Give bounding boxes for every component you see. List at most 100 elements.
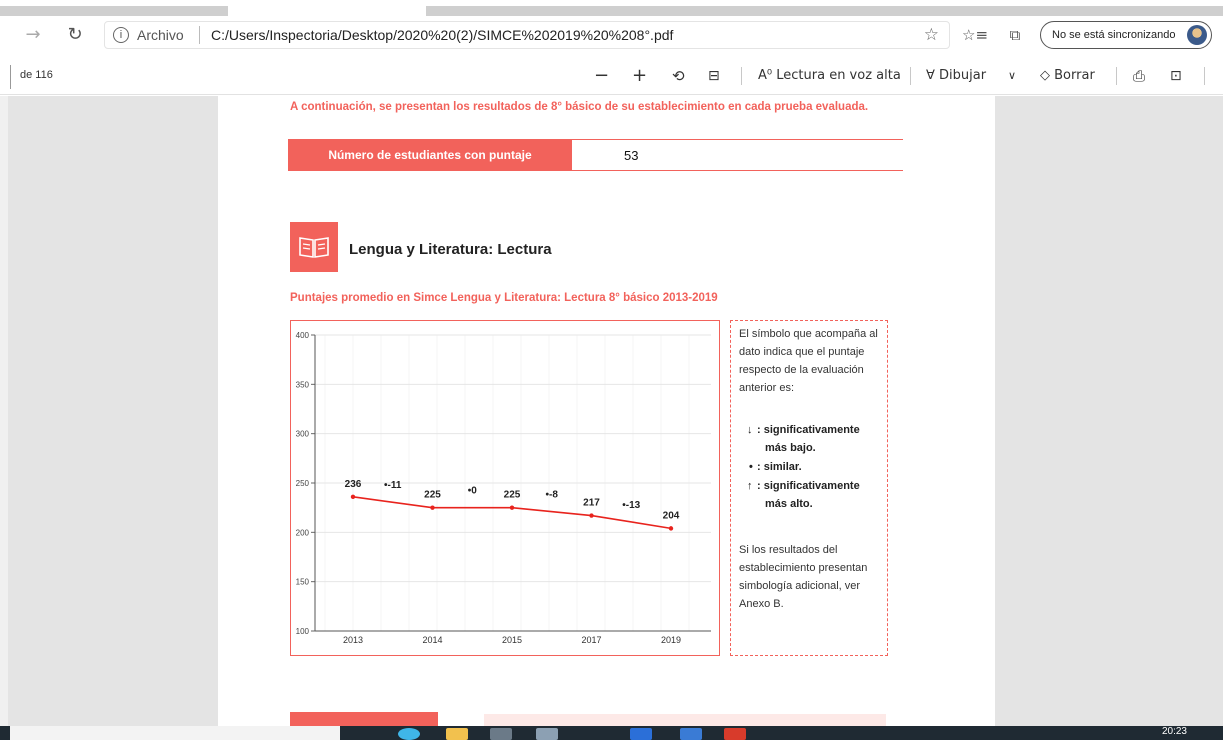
divider <box>741 67 742 85</box>
erase-label: Borrar <box>1054 68 1095 83</box>
viewer-left-strip <box>0 96 8 726</box>
pdf-page: A continuación, se presentan los resulta… <box>218 96 995 726</box>
tab-strip-right <box>426 6 1223 16</box>
change-label: •-8 <box>546 490 559 501</box>
erase-button[interactable]: ◇ Borrar <box>1040 65 1095 87</box>
apps-icon[interactable] <box>536 728 558 740</box>
data-point <box>509 505 515 510</box>
x-tick-label: 2019 <box>661 635 681 645</box>
read-aloud-button[interactable]: A⁰ Lectura en voz alta <box>758 65 901 87</box>
line-chart: 100 150 200 250 300 350 400 2013 2014 2015 2017 201… <box>290 320 720 656</box>
fit-page-icon[interactable]: ⊟ <box>708 65 720 87</box>
refresh-icon[interactable]: ↻ <box>64 24 86 46</box>
draw-label: Dibujar <box>939 68 987 83</box>
chevron-down-icon[interactable]: ∨ <box>1008 65 1016 87</box>
up-arrow-icon: ↑ <box>747 480 753 492</box>
similar-dot-icon: • <box>749 461 753 473</box>
pdf-toolbar: de 116 − + ⟲ ⊟ A⁰ Lectura en voz alta ∀ … <box>0 57 1223 95</box>
taskbar-search[interactable] <box>10 726 340 740</box>
favorite-star-icon[interactable]: ☆ <box>924 25 939 45</box>
rotate-icon[interactable]: ⟲ <box>672 65 685 87</box>
read-aloud-icon: A⁰ <box>758 68 773 83</box>
y-tick-label: 350 <box>296 380 310 389</box>
zoom-in-icon[interactable]: + <box>632 65 647 87</box>
favorites-list-icon[interactable]: ☆≡ <box>962 24 988 46</box>
data-label: 204 <box>663 510 680 521</box>
next-section-header <box>290 712 438 726</box>
data-label: 225 <box>424 490 441 501</box>
zoom-out-icon[interactable]: − <box>594 65 609 87</box>
divider <box>1116 67 1117 85</box>
legend-down-text-1: : significativamente <box>757 424 860 436</box>
url-text[interactable]: C:/Users/Inspectoria/Desktop/2020%20(2)/… <box>211 27 673 43</box>
edge-icon[interactable] <box>398 728 420 740</box>
tab-strip <box>0 0 1223 16</box>
next-section-panel <box>484 714 886 726</box>
y-tick-label: 400 <box>296 331 310 340</box>
avatar <box>1187 25 1207 45</box>
mail-icon[interactable] <box>680 728 702 740</box>
eraser-icon: ◇ <box>1040 68 1050 83</box>
x-tick-label: 2014 <box>422 635 442 645</box>
y-tick-label: 150 <box>296 578 310 587</box>
divider <box>1204 67 1205 85</box>
draw-button[interactable]: ∀ Dibujar <box>926 65 986 87</box>
chart-subtitle: Puntajes promedio en Simce Lengua y Lite… <box>290 292 718 304</box>
down-arrow-icon: ↓ <box>747 424 753 436</box>
legend-up-text-2: más alto. <box>765 498 813 510</box>
folder-icon[interactable] <box>446 728 468 740</box>
address-bar-row: → ↻ i Archivo C:/Users/Inspectoria/Deskt… <box>0 16 1223 54</box>
section-title: Lengua y Literatura: Lectura <box>349 241 552 258</box>
student-count-row: Número de estudiantes con puntaje 53 <box>288 139 903 171</box>
intro-text: A continuación, se presentan los resulta… <box>290 101 869 113</box>
page-count: de 116 <box>20 69 53 81</box>
student-count-label: Número de estudiantes con puntaje <box>288 140 572 170</box>
address-field[interactable]: i Archivo C:/Users/Inspectoria/Desktop/2… <box>104 21 950 49</box>
change-label: •-11 <box>384 480 402 491</box>
collections-icon[interactable]: ⧉ <box>1004 24 1026 46</box>
divider <box>910 67 911 85</box>
y-tick-label: 300 <box>296 430 310 439</box>
legend-up-text-1: : significativamente <box>757 480 860 492</box>
change-label: •0 <box>468 486 478 497</box>
chart-canvas: 100 150 200 250 300 350 400 2013 2014 2015 2017 201… <box>296 331 711 645</box>
data-point <box>668 526 674 531</box>
powerpoint-icon[interactable] <box>724 728 746 740</box>
data-label: 217 <box>583 498 600 509</box>
x-tick-label: 2017 <box>581 635 601 645</box>
student-count-value: 53 <box>624 148 639 163</box>
x-tick-label: 2015 <box>502 635 522 645</box>
url-scheme-label: Archivo <box>137 27 184 43</box>
arrow-right-icon[interactable]: → <box>22 24 44 46</box>
legend-down-text-2: más bajo. <box>765 442 816 454</box>
y-tick-label: 250 <box>296 479 310 488</box>
pdf-viewer[interactable]: A continuación, se presentan los resulta… <box>0 96 1223 726</box>
page-input[interactable] <box>10 65 11 89</box>
browser-window: → ↻ i Archivo C:/Users/Inspectoria/Deskt… <box>0 0 1223 740</box>
data-point <box>430 505 435 510</box>
print-icon[interactable]: ⎙ <box>1133 65 1145 87</box>
divider <box>199 26 200 44</box>
y-tick-label: 200 <box>296 528 310 537</box>
store-icon[interactable] <box>490 728 512 740</box>
legend-similar-text: : similar. <box>757 461 802 473</box>
book-icon <box>290 222 338 272</box>
legend-note: Si los resultados del establecimiento pr… <box>739 544 868 610</box>
pen-icon: ∀ <box>926 68 935 83</box>
data-label: 225 <box>504 490 521 501</box>
word-icon[interactable] <box>630 728 652 740</box>
save-icon[interactable]: ⊡ <box>1170 65 1182 87</box>
taskbar-clock: 20:23 <box>1161 726 1187 737</box>
info-icon[interactable]: i <box>113 27 129 43</box>
data-label: 236 <box>345 479 362 490</box>
data-point <box>589 513 594 518</box>
data-point <box>350 494 356 500</box>
read-aloud-label: Lectura en voz alta <box>776 68 901 83</box>
y-tick-label: 100 <box>296 627 310 636</box>
profile-sync-button[interactable]: No se está sincronizando <box>1040 21 1212 49</box>
taskbar: 20:23 <box>0 726 1223 740</box>
legend-box: El símbolo que acompaña al dato indica q… <box>730 320 888 656</box>
change-label: •-13 <box>622 500 640 511</box>
x-tick-label: 2013 <box>343 635 363 645</box>
legend-intro: El símbolo que acompaña al dato indica q… <box>739 328 878 394</box>
